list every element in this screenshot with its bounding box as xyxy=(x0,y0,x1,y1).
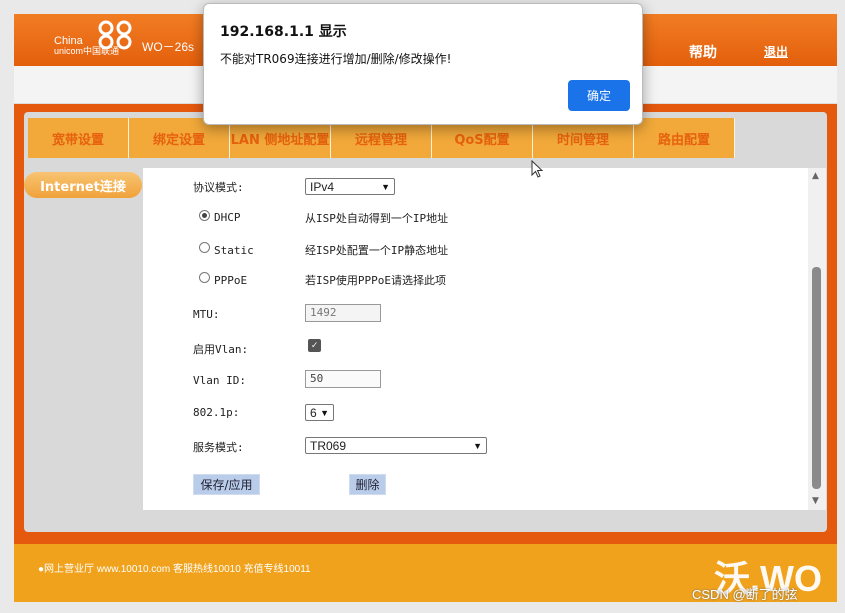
p8021-row: 802.1p: 6 ▼ xyxy=(143,402,808,422)
service-value: TR069 xyxy=(310,438,347,453)
tab-broadband[interactable]: 宽带设置 xyxy=(28,118,129,158)
static-radio[interactable] xyxy=(199,242,210,253)
mouse-cursor-icon xyxy=(531,160,544,178)
static-label: Static xyxy=(214,244,254,257)
p8021-label: 802.1p: xyxy=(193,406,240,419)
csdn-watermark: CSDN @断了的弦 xyxy=(692,587,798,602)
chevron-down-icon: ▼ xyxy=(320,407,329,418)
dhcp-row: DHCP 从ISP处自动得到一个IP地址 xyxy=(143,208,808,228)
mtu-label: MTU: xyxy=(193,308,220,321)
pppoe-label: PPPoE xyxy=(214,274,248,287)
vlan-id-label: Vlan ID: xyxy=(193,374,246,387)
pppoe-row: PPPoE 若ISP使用PPPoE请选择此项 xyxy=(143,270,808,290)
vlan-enable-checkbox[interactable]: ✓ xyxy=(308,339,321,352)
vlan-id-row: Vlan ID: 50 xyxy=(143,370,808,392)
service-select[interactable]: TR069 ▼ xyxy=(305,437,487,454)
brand-line2: unicom中国联通 xyxy=(54,46,120,56)
footer-contact-text: ●网上营业厅 www.10010.com 客服热线10010 充值专线10011 xyxy=(38,564,311,575)
pppoe-radio[interactable] xyxy=(199,272,210,283)
p8021-value: 6 xyxy=(310,405,317,420)
dhcp-radio[interactable] xyxy=(199,210,210,221)
vlan-enable-label: 启用Vlan: xyxy=(193,343,249,356)
save-apply-button[interactable]: 保存/应用 xyxy=(193,474,260,495)
dialog-title: 192.168.1.1 显示 xyxy=(220,24,347,40)
vlan-enable-row: 启用Vlan: ✓ xyxy=(143,338,808,358)
scroll-up-icon[interactable]: ▲ xyxy=(812,171,819,181)
service-label: 服务模式: xyxy=(193,441,244,454)
sidebar-item-internet-connection[interactable]: Internet连接 xyxy=(24,172,142,198)
vlan-id-input[interactable]: 50 xyxy=(305,370,381,388)
checkmark-icon: ✓ xyxy=(311,340,318,351)
device-model: WO－26s xyxy=(142,40,195,54)
dhcp-description: 从ISP处自动得到一个IP地址 xyxy=(305,212,449,225)
dialog-message: 不能对TR069连接进行增加/删除/修改操作! xyxy=(220,52,452,66)
help-link[interactable]: 帮助 xyxy=(689,42,717,62)
service-row: 服务模式: TR069 ▼ xyxy=(143,435,808,455)
pppoe-description: 若ISP使用PPPoE请选择此项 xyxy=(305,274,446,287)
mtu-input[interactable]: 1492 xyxy=(305,304,381,322)
protocol-value: IPv4 xyxy=(310,179,335,194)
protocol-select[interactable]: IPv4 ▼ xyxy=(305,178,395,195)
scroll-down-icon[interactable]: ▼ xyxy=(812,496,819,506)
main-frame: 宽带设置 绑定设置 LAN 侧地址配置 远程管理 QoS配置 时间管理 路由配置… xyxy=(14,104,837,544)
static-row: Static 经ISP处配置一个IP静态地址 xyxy=(143,240,808,260)
tab-routing[interactable]: 路由配置 xyxy=(634,118,735,158)
chevron-down-icon: ▼ xyxy=(473,440,482,451)
dialog-ok-button[interactable]: 确定 xyxy=(568,80,630,111)
dhcp-label: DHCP xyxy=(214,211,241,224)
settings-panel: 协议模式: IPv4 ▼ DHCP 从ISP处自动得到一个IP地址 Static… xyxy=(143,168,808,510)
p8021-select[interactable]: 6 ▼ xyxy=(305,404,334,421)
chevron-down-icon: ▼ xyxy=(381,181,390,192)
delete-button[interactable]: 删除 xyxy=(349,474,386,495)
content-area: 宽带设置 绑定设置 LAN 侧地址配置 远程管理 QoS配置 时间管理 路由配置… xyxy=(24,112,827,532)
alert-dialog: 192.168.1.1 显示 不能对TR069连接进行增加/删除/修改操作! 确… xyxy=(203,3,643,125)
logout-link[interactable]: 退出 xyxy=(764,43,788,60)
brand-logo-text: China unicom中国联通 xyxy=(54,35,120,57)
scrollbar-thumb[interactable] xyxy=(812,267,821,489)
mtu-row: MTU: 1492 xyxy=(143,304,808,326)
static-description: 经ISP处配置一个IP静态地址 xyxy=(305,244,449,257)
brand-line1: China xyxy=(54,35,83,47)
protocol-row: 协议模式: IPv4 ▼ xyxy=(143,176,808,196)
protocol-label: 协议模式: xyxy=(193,181,244,194)
panel-scrollbar[interactable]: ▲ ▼ xyxy=(808,168,826,510)
